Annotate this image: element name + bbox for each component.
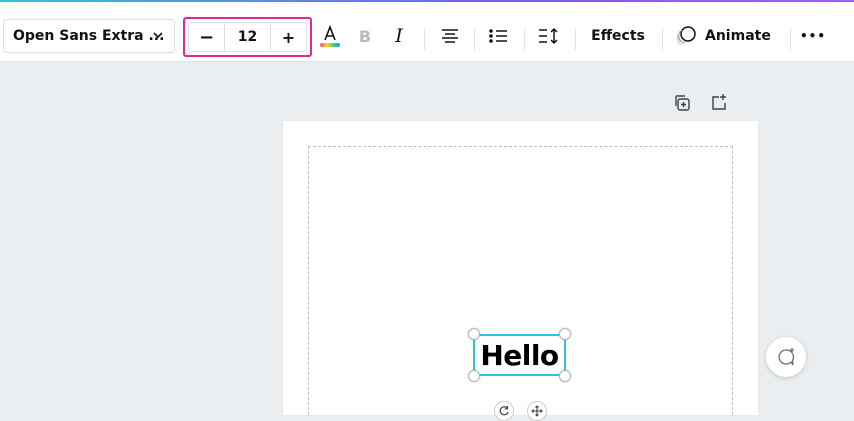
selected-text-box[interactable]: Hello <box>473 334 566 376</box>
bullet-list-icon <box>489 29 507 43</box>
increase-font-size-button[interactable]: + <box>270 23 306 51</box>
resize-handle-top-right[interactable] <box>559 328 571 340</box>
animate-label: Animate <box>705 28 771 44</box>
text-element[interactable]: Hello <box>475 336 564 374</box>
rotate-button[interactable] <box>494 401 514 421</box>
font-family-dropdown[interactable]: Open Sans Extra ... <box>3 19 175 53</box>
move-button[interactable] <box>527 401 547 421</box>
font-size-stepper: − 12 + <box>188 22 307 52</box>
add-page-icon <box>712 94 726 110</box>
divider <box>524 28 525 50</box>
more-options-button[interactable]: ••• <box>800 19 826 53</box>
resize-handle-bottom-right[interactable] <box>559 370 571 382</box>
text-toolbar: Open Sans Extra ... − 12 + B I Effects A… <box>0 2 854 62</box>
align-center-button[interactable] <box>438 19 462 53</box>
chevron-down-icon <box>152 29 164 41</box>
divider <box>662 28 663 50</box>
effects-button[interactable]: Effects <box>588 19 648 53</box>
list-button[interactable] <box>486 19 510 53</box>
duplicate-icon <box>675 95 690 111</box>
divider <box>474 28 475 50</box>
bold-button[interactable]: B <box>354 19 376 53</box>
line-spacing-icon <box>539 27 558 45</box>
move-icon <box>531 405 543 417</box>
text-color-button[interactable] <box>318 19 342 53</box>
add-page-button[interactable] <box>708 91 730 113</box>
decrease-font-size-button[interactable]: − <box>189 23 225 51</box>
resize-handle-bottom-left[interactable] <box>468 370 480 382</box>
align-center-icon <box>442 29 458 43</box>
resize-handle-top-left[interactable] <box>468 328 480 340</box>
animate-icon <box>676 26 696 46</box>
text-color-icon <box>320 24 340 47</box>
font-name-label: Open Sans Extra ... <box>13 28 165 44</box>
divider <box>790 28 791 50</box>
animate-button[interactable]: Animate <box>675 19 775 53</box>
divider <box>575 28 576 50</box>
font-size-highlight: − 12 + <box>183 17 312 57</box>
italic-button[interactable]: I <box>388 19 410 53</box>
duplicate-page-button[interactable] <box>671 92 693 114</box>
comment-icon <box>778 348 795 366</box>
divider <box>424 28 425 50</box>
font-size-input[interactable]: 12 <box>225 23 270 51</box>
spacing-button[interactable] <box>536 19 562 53</box>
rotate-icon <box>499 406 509 416</box>
add-comment-button[interactable] <box>766 337 806 377</box>
